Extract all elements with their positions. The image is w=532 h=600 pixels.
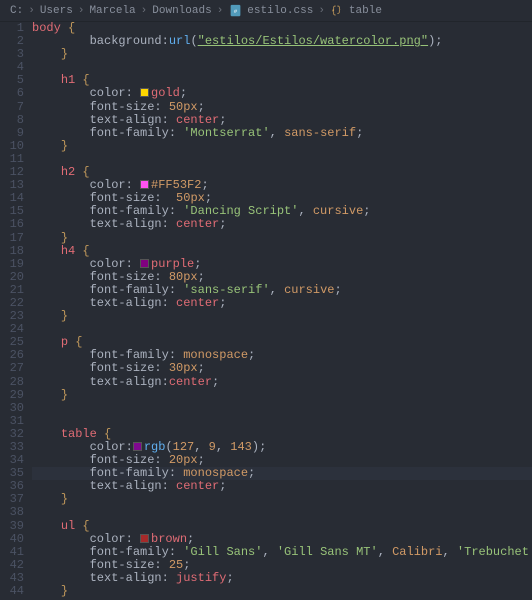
line-number: 16	[0, 218, 24, 231]
code-line[interactable]: }	[32, 232, 532, 245]
code-line[interactable]: }	[32, 140, 532, 153]
bc-root[interactable]: C:	[10, 5, 23, 17]
code-line[interactable]	[32, 323, 532, 336]
line-number: 39	[0, 520, 24, 533]
color-swatch-icon	[140, 259, 149, 268]
line-number: 7	[0, 101, 24, 114]
line-number: 20	[0, 271, 24, 284]
bc-marcela[interactable]: Marcela	[89, 5, 135, 17]
chevron-icon: ›	[28, 5, 35, 17]
line-number: 38	[0, 506, 24, 519]
code-line[interactable]: }	[32, 310, 532, 323]
color-swatch-icon	[140, 534, 149, 543]
line-number: 18	[0, 245, 24, 258]
line-number: 41	[0, 546, 24, 559]
line-number: 8	[0, 114, 24, 127]
code-line[interactable]: font-family: 'Montserrat', sans-serif;	[32, 127, 532, 140]
chevron-icon: ›	[78, 5, 85, 17]
line-number: 44	[0, 585, 24, 598]
color-swatch-icon	[133, 442, 142, 451]
code-line[interactable]: background:url("estilos/Estilos/watercol…	[32, 35, 532, 48]
color-swatch-icon	[140, 88, 149, 97]
code-line[interactable]: }	[32, 585, 532, 598]
code-line[interactable]: text-align:center;	[32, 376, 532, 389]
chevron-icon: ›	[318, 5, 325, 17]
code-line[interactable]: text-align: center;	[32, 297, 532, 310]
symbol-icon	[330, 4, 344, 18]
editor[interactable]: 1234567891011121314151617181920212223242…	[0, 22, 532, 600]
code-line[interactable]: text-align: justify;	[32, 572, 532, 585]
line-number: 21	[0, 284, 24, 297]
chevron-icon: ›	[217, 5, 224, 17]
line-number: 17	[0, 232, 24, 245]
line-number: 42	[0, 559, 24, 572]
code-line[interactable]	[32, 402, 532, 415]
bc-users[interactable]: Users	[40, 5, 73, 17]
line-number: 28	[0, 376, 24, 389]
svg-text:#: #	[234, 8, 238, 15]
line-number: 19	[0, 258, 24, 271]
line-number: 31	[0, 415, 24, 428]
code-line[interactable]: text-align: center;	[32, 480, 532, 493]
code-line[interactable]: text-align: center;	[32, 218, 532, 231]
code-line[interactable]: }	[32, 493, 532, 506]
code-line[interactable]: }	[32, 48, 532, 61]
bc-symbol[interactable]: table	[349, 5, 382, 17]
bc-file[interactable]: estilo.css	[247, 5, 313, 17]
breadcrumb[interactable]: C: › Users › Marcela › Downloads › # est…	[0, 0, 532, 22]
gutter: 1234567891011121314151617181920212223242…	[0, 22, 32, 600]
chevron-icon: ›	[141, 5, 148, 17]
line-number: 29	[0, 389, 24, 402]
line-number: 40	[0, 533, 24, 546]
code-line[interactable]: }	[32, 389, 532, 402]
code-line[interactable]	[32, 61, 532, 74]
code-content[interactable]: body { background:url("estilos/Estilos/w…	[32, 22, 532, 600]
line-number: 27	[0, 362, 24, 375]
bc-downloads[interactable]: Downloads	[152, 5, 211, 17]
color-swatch-icon	[140, 180, 149, 189]
line-number: 9	[0, 127, 24, 140]
code-line[interactable]	[32, 153, 532, 166]
code-line[interactable]	[32, 506, 532, 519]
css-file-icon: #	[228, 4, 242, 18]
line-number: 6	[0, 87, 24, 100]
line-number: 10	[0, 140, 24, 153]
line-number: 30	[0, 402, 24, 415]
